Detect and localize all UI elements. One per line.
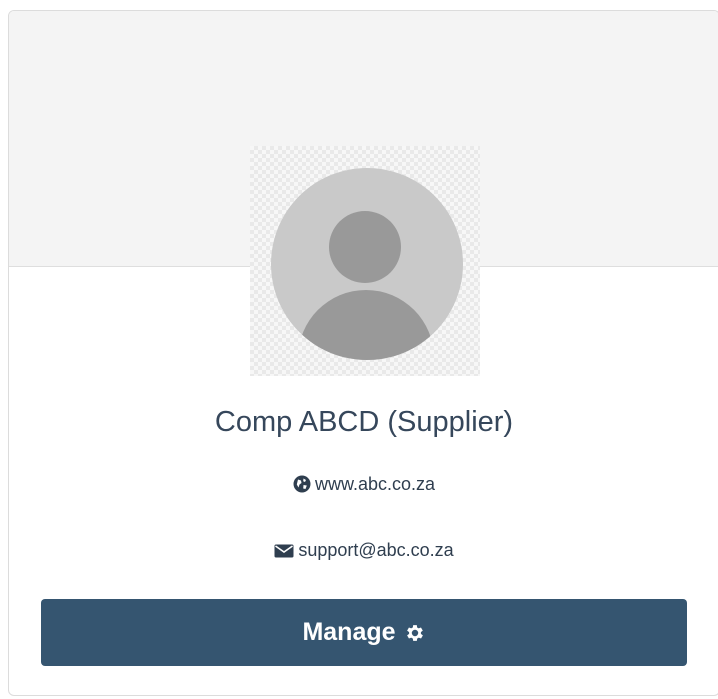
gear-icon bbox=[404, 622, 426, 644]
globe-icon bbox=[293, 475, 311, 499]
envelope-icon bbox=[274, 541, 294, 565]
manage-button-label: Manage bbox=[302, 618, 396, 646]
company-name: Comp ABCD (Supplier) bbox=[214, 406, 514, 438]
email-row: support@abc.co.za bbox=[9, 538, 718, 565]
manage-button[interactable]: Manage bbox=[41, 599, 687, 666]
user-avatar-icon bbox=[271, 168, 463, 360]
avatar bbox=[250, 146, 480, 376]
website-link[interactable]: www.abc.co.za bbox=[315, 474, 435, 494]
email-link[interactable]: support@abc.co.za bbox=[298, 540, 453, 560]
website-row: www.abc.co.za bbox=[9, 472, 718, 499]
profile-card: Comp ABCD (Supplier) www.abc.co.za suppo… bbox=[8, 10, 718, 696]
